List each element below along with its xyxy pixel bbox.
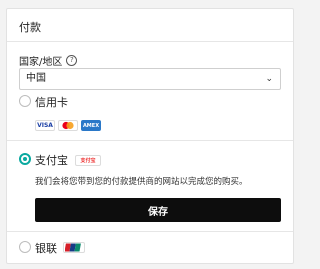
- alipay-logo: 支付宝: [75, 155, 101, 166]
- country-select[interactable]: 中国 ⌄: [19, 68, 281, 90]
- save-button[interactable]: 保存: [35, 198, 281, 222]
- radio-unionpay[interactable]: [19, 241, 31, 253]
- section-title: 付款: [19, 21, 41, 34]
- country-select-value: 中国: [26, 73, 46, 84]
- credit-card-label: 信用卡: [35, 96, 68, 109]
- amex-logo: AMEX: [81, 120, 101, 131]
- payment-panel: 付款 国家/地区 ? 中国 ⌄ 信用卡 VISA AMEX 支付宝 支付宝 我们…: [6, 8, 294, 264]
- unionpay-label: 银联: [35, 242, 57, 255]
- mastercard-logo: [58, 120, 78, 131]
- divider: [7, 140, 293, 141]
- redirect-note: 我们会将您带到您的付款提供商的网站以完成您的购买。: [35, 177, 248, 187]
- divider: [7, 231, 293, 232]
- radio-credit-card[interactable]: [19, 95, 31, 107]
- country-label-text: 国家/地区: [19, 57, 63, 68]
- alipay-label: 支付宝: [35, 154, 68, 167]
- question-circle-icon[interactable]: ?: [66, 55, 78, 66]
- unionpay-logo: [63, 242, 85, 253]
- chevron-down-icon: ⌄: [265, 74, 273, 84]
- radio-alipay[interactable]: [19, 153, 31, 165]
- visa-logo: VISA: [35, 120, 55, 131]
- divider: [7, 41, 293, 42]
- country-label: 国家/地区 ?: [19, 53, 78, 68]
